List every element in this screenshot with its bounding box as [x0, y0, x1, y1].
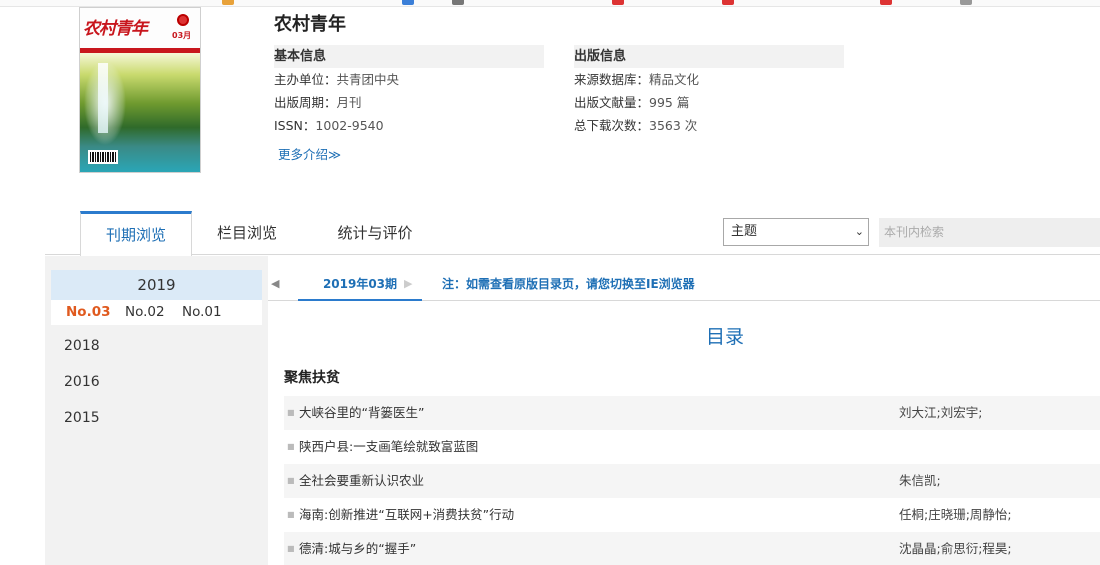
article-authors: 朱信凯; [899, 473, 941, 488]
article-title[interactable]: 全社会要重新认识农业 [299, 464, 424, 498]
next-issue-icon[interactable]: ▶ [404, 277, 412, 290]
browser-bookmarks-strip [0, 0, 1100, 7]
year-sidebar: 2019 No.03 No.02 No.01 2018 2016 2015 [45, 256, 268, 565]
cover-issue-art: 03月 [172, 31, 192, 40]
search-field-value: 主题 [731, 224, 758, 239]
list-item[interactable]: ■ 陕西户县:一支画笔绘就致富蓝图 [284, 430, 1100, 464]
count-label: 出版文献量： [574, 95, 650, 110]
sponsor-label: 主办单位： [274, 72, 337, 87]
prev-issue-icon[interactable]: ◀ [271, 277, 279, 290]
ie-note: 注：如需查看原版目录页，请您切换至IE浏览器 [442, 277, 695, 291]
bookmark-icon[interactable] [402, 0, 414, 5]
count-value: 995 篇 [649, 95, 690, 110]
issn-row: ISSN：1002-9540 [274, 114, 544, 137]
downloads-value: 3563 次 [649, 118, 698, 133]
count-row: 出版文献量：995 篇 [574, 91, 844, 114]
bookmark-icon[interactable] [452, 0, 464, 5]
downloads-label: 总下载次数： [574, 118, 650, 133]
sponsor-row: 主办单位：共青团中央 [274, 68, 544, 91]
cover-logo-icon [177, 14, 189, 26]
year-2015[interactable]: 2015 [64, 410, 100, 426]
list-item[interactable]: ■ 德清:城与乡的“握手” 沈晶晶;俞思衍;程昊; [284, 532, 1100, 565]
more-intro-link[interactable]: 更多介绍≫ [278, 144, 341, 163]
tab-column-browse[interactable]: 栏目浏览 [195, 211, 299, 255]
publish-info-panel: 出版信息 来源数据库：精品文化 出版文献量：995 篇 总下载次数：3563 次 [574, 45, 844, 137]
year-2018[interactable]: 2018 [64, 338, 100, 354]
issue-list: No.03 No.02 No.01 [51, 300, 262, 325]
list-item[interactable]: ■ 大峡谷里的“背篓医生” 刘大江;刘宏宇; [284, 396, 1100, 430]
article-authors: 任桐;庄晓珊;周静怡; [899, 507, 1012, 522]
bookmark-icon[interactable] [960, 0, 972, 5]
cover-masthead: 农村青年 03月 [80, 8, 200, 48]
article-title[interactable]: 陕西户县:一支画笔绘就致富蓝图 [299, 430, 478, 464]
article-title[interactable]: 大峡谷里的“背篓医生” [299, 396, 424, 430]
bookmark-icon[interactable] [880, 0, 892, 5]
year-2016[interactable]: 2016 [64, 374, 100, 390]
article-list: ■ 大峡谷里的“背篓医生” 刘大江;刘宏宇; ■ 陕西户县:一支画笔绘就致富蓝图… [284, 396, 1100, 565]
source-label: 来源数据库： [574, 72, 650, 87]
issue-no02[interactable]: No.02 [125, 300, 165, 325]
list-item[interactable]: ■ 全社会要重新认识农业 朱信凯; [284, 464, 1100, 498]
section-title: 聚焦扶贫 [284, 370, 340, 386]
tab-issue-browse[interactable]: 刊期浏览 [80, 211, 192, 256]
issn-label: ISSN： [274, 118, 316, 133]
article-title[interactable]: 德清:城与乡的“握手” [299, 532, 416, 565]
publish-info-header: 出版信息 [574, 45, 844, 68]
issue-nav-bar: ◀ 2019年03期 ▶ 注：如需查看原版目录页，请您切换至IE浏览器 [268, 270, 1100, 301]
bullet-icon: ■ [287, 442, 295, 451]
year-2019[interactable]: 2019 [51, 270, 262, 300]
article-title[interactable]: 海南:创新推进“互联网+消费扶贫”行动 [299, 498, 514, 532]
journal-cover-image: 农村青年 03月 [79, 7, 201, 173]
issue-no03[interactable]: No.03 [66, 300, 111, 325]
journal-title: 农村青年 [274, 14, 346, 35]
bullet-icon: ■ [287, 476, 295, 485]
bookmark-icon[interactable] [722, 0, 734, 5]
source-row: 来源数据库：精品文化 [574, 68, 844, 91]
issue-contents: ◀ 2019年03期 ▶ 注：如需查看原版目录页，请您切换至IE浏览器 目录 聚… [268, 256, 1100, 565]
tab-statistics[interactable]: 统计与评价 [315, 211, 435, 255]
search-field-select[interactable]: 主题 ⌄ [723, 218, 869, 246]
cycle-row: 出版周期：月刊 [274, 91, 544, 114]
bullet-icon: ■ [287, 408, 295, 417]
cycle-label: 出版周期： [274, 95, 337, 110]
basic-info-panel: 基本信息 主办单位：共青团中央 出版周期：月刊 ISSN：1002-9540 [274, 45, 544, 137]
cover-waterfall [98, 63, 108, 133]
basic-info-header: 基本信息 [274, 45, 544, 68]
bookmark-icon[interactable] [612, 0, 624, 5]
article-authors: 刘大江;刘宏宇; [899, 405, 983, 420]
journal-search-input[interactable]: 本刊内检索 [879, 218, 1100, 247]
issn-value: 1002-9540 [315, 118, 384, 133]
issue-no01[interactable]: No.01 [182, 300, 222, 325]
cycle-value: 月刊 [336, 95, 362, 110]
bullet-icon: ■ [287, 544, 295, 553]
source-value: 精品文化 [649, 72, 700, 87]
bullet-icon: ■ [287, 510, 295, 519]
article-authors: 沈晶晶;俞思衍;程昊; [899, 541, 1012, 556]
bookmark-icon[interactable] [222, 0, 234, 5]
sponsor-value: 共青团中央 [336, 72, 400, 87]
chevron-down-icon: ⌄ [854, 225, 864, 238]
downloads-row: 总下载次数：3563 次 [574, 114, 844, 137]
barcode-icon [88, 150, 118, 164]
toc-title: 目录 [705, 326, 744, 348]
cover-title-art: 农村青年 [83, 19, 148, 39]
list-item[interactable]: ■ 海南:创新推进“互联网+消费扶贫”行动 任桐;庄晓珊;周静怡; [284, 498, 1100, 532]
